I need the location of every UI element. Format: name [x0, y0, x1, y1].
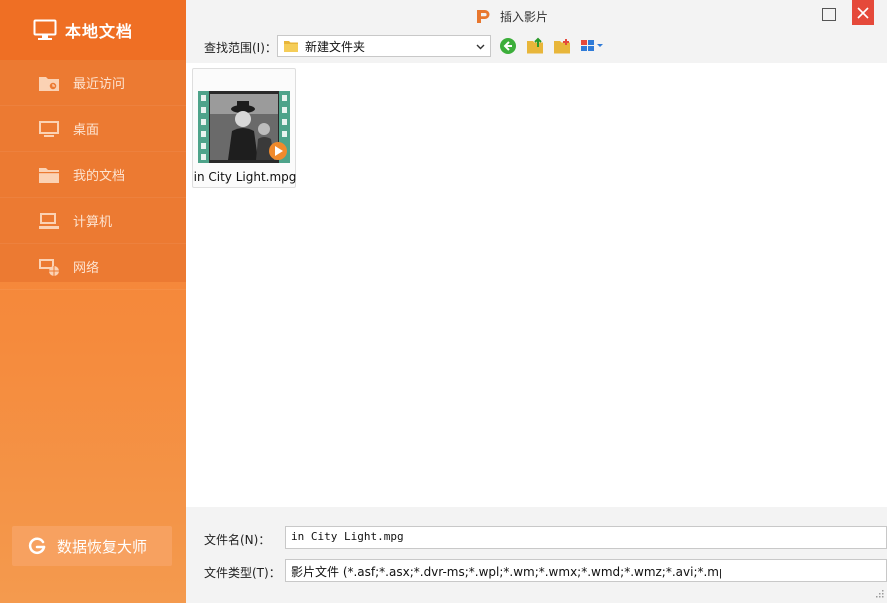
data-recovery-button[interactable]: 数据恢复大师	[12, 526, 172, 566]
sidebar-item-recent[interactable]: 最近访问	[0, 60, 186, 106]
sidebar-item-computer[interactable]: 计算机	[0, 198, 186, 244]
recent-folder-icon	[39, 76, 59, 91]
close-button[interactable]	[852, 0, 874, 25]
sidebar-title: 本地文档	[65, 22, 134, 41]
sidebar-item-label: 我的文档	[73, 169, 126, 184]
video-thumbnail	[198, 91, 290, 163]
sidebar-list: 最近访问 桌面 我的文档 计算机 网络	[0, 60, 186, 290]
file-item[interactable]: in City Light.mpg	[192, 68, 296, 188]
file-type-label: 文件类型(T)：	[204, 566, 281, 580]
sidebar-item-label: 计算机	[73, 215, 113, 230]
view-menu-icon[interactable]	[580, 37, 606, 55]
desktop-icon	[39, 120, 59, 137]
look-in-label: 查找范围(I)：	[204, 41, 277, 55]
sidebar-item-my-documents[interactable]: 我的文档	[0, 152, 186, 198]
file-options-panel: 文件名(N)： in City Light.mpg 文件类型(T)： 影片文件 …	[186, 507, 887, 603]
file-type-value: 影片文件 (*.asf;*.asx;*.dvr-ms;*.wpl;*.wm;*.…	[291, 565, 721, 579]
sidebar: 本地文档 最近访问 桌面 我的文档 计算机 网络 数据恢复大师	[0, 0, 186, 603]
file-name-input[interactable]: in City Light.mpg	[285, 526, 887, 549]
title-bar: 插入影片	[186, 0, 887, 33]
close-icon	[857, 6, 869, 19]
file-name-label: 文件名(N)：	[204, 533, 271, 547]
presentation-app-icon	[477, 10, 490, 23]
window-title: 插入影片	[500, 10, 549, 24]
chevron-down-icon	[476, 44, 485, 50]
folder-icon	[284, 41, 298, 52]
file-list[interactable]: in City Light.mpg	[186, 63, 887, 507]
maximize-button[interactable]	[822, 8, 836, 21]
network-icon	[39, 258, 59, 276]
file-name: in City Light.mpg	[193, 170, 297, 184]
resize-grip-icon[interactable]	[874, 590, 884, 600]
up-folder-icon[interactable]	[526, 37, 544, 55]
sidebar-item-network[interactable]: 网络	[0, 244, 186, 290]
toolbar: 查找范围(I)： 新建文件夹	[186, 33, 887, 63]
window-title-group: 插入影片	[476, 8, 548, 25]
sidebar-header: 本地文档	[0, 0, 186, 60]
monitor-icon	[33, 19, 57, 40]
folder-icon	[39, 167, 59, 183]
file-type-select[interactable]: 影片文件 (*.asf;*.asx;*.dvr-ms;*.wpl;*.wm;*.…	[285, 559, 887, 582]
recovery-icon	[28, 537, 46, 554]
sidebar-item-label: 最近访问	[73, 77, 126, 92]
computer-icon	[39, 212, 59, 229]
data-recovery-label: 数据恢复大师	[57, 537, 148, 556]
look-in-value: 新建文件夹	[305, 39, 366, 54]
back-icon[interactable]	[499, 37, 517, 55]
look-in-dropdown[interactable]: 新建文件夹	[277, 35, 491, 57]
sidebar-item-label: 网络	[73, 261, 100, 276]
new-folder-icon[interactable]	[553, 37, 571, 55]
sidebar-item-label: 桌面	[73, 123, 100, 138]
sidebar-item-desktop[interactable]: 桌面	[0, 106, 186, 152]
